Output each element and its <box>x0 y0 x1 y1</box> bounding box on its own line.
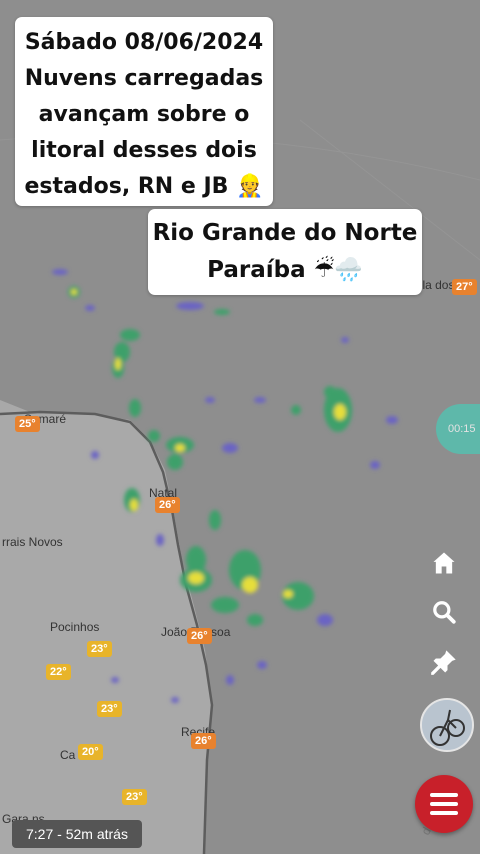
hamburger-icon <box>430 793 458 815</box>
caption-line: estados, RN e JB 👷 <box>24 174 264 199</box>
bicycle-icon <box>422 700 472 750</box>
home-icon <box>433 552 455 574</box>
home-button[interactable] <box>426 545 462 581</box>
temp-badge: 23° <box>97 701 122 717</box>
user-avatar[interactable] <box>420 698 474 752</box>
caption-regions: Rio Grande do Norte Paraíba ☔🌧️ <box>148 209 422 295</box>
temp-badge: 25° <box>15 416 40 432</box>
search-button[interactable] <box>426 594 462 630</box>
temp-badge: 26° <box>187 628 212 644</box>
temp-badge: 26° <box>191 733 216 749</box>
caption-line: Sábado 08/06/2024 <box>24 30 264 55</box>
search-icon <box>433 601 456 624</box>
radar-time-label[interactable]: 7:27 - 52m atrás <box>12 820 142 848</box>
temp-badge: 27° <box>452 279 477 295</box>
temp-badge: 26° <box>155 497 180 513</box>
temp-badge: 20° <box>78 744 103 760</box>
caption-line: Rio Grande do Norte <box>152 220 418 246</box>
playback-timer[interactable]: 00:15 <box>436 404 480 454</box>
caption-line: litoral desses dois <box>31 138 257 163</box>
temp-badge: 22° <box>46 664 71 680</box>
city-label-currais-novos: rrais Novos <box>2 535 63 549</box>
pin-button[interactable] <box>426 644 462 680</box>
menu-button[interactable] <box>415 775 473 833</box>
city-label-pocinhos: Pocinhos <box>50 620 100 634</box>
pin-icon <box>431 650 456 675</box>
caption-line: Paraíba ☔🌧️ <box>207 257 363 283</box>
temp-badge: 23° <box>87 641 112 657</box>
caption-headline: Sábado 08/06/2024 Nuvens carregadas avan… <box>15 17 273 206</box>
caption-line: Nuvens carregadas <box>24 66 264 91</box>
caption-line: avançam sobre o <box>38 102 250 127</box>
temp-badge: 23° <box>122 789 147 805</box>
